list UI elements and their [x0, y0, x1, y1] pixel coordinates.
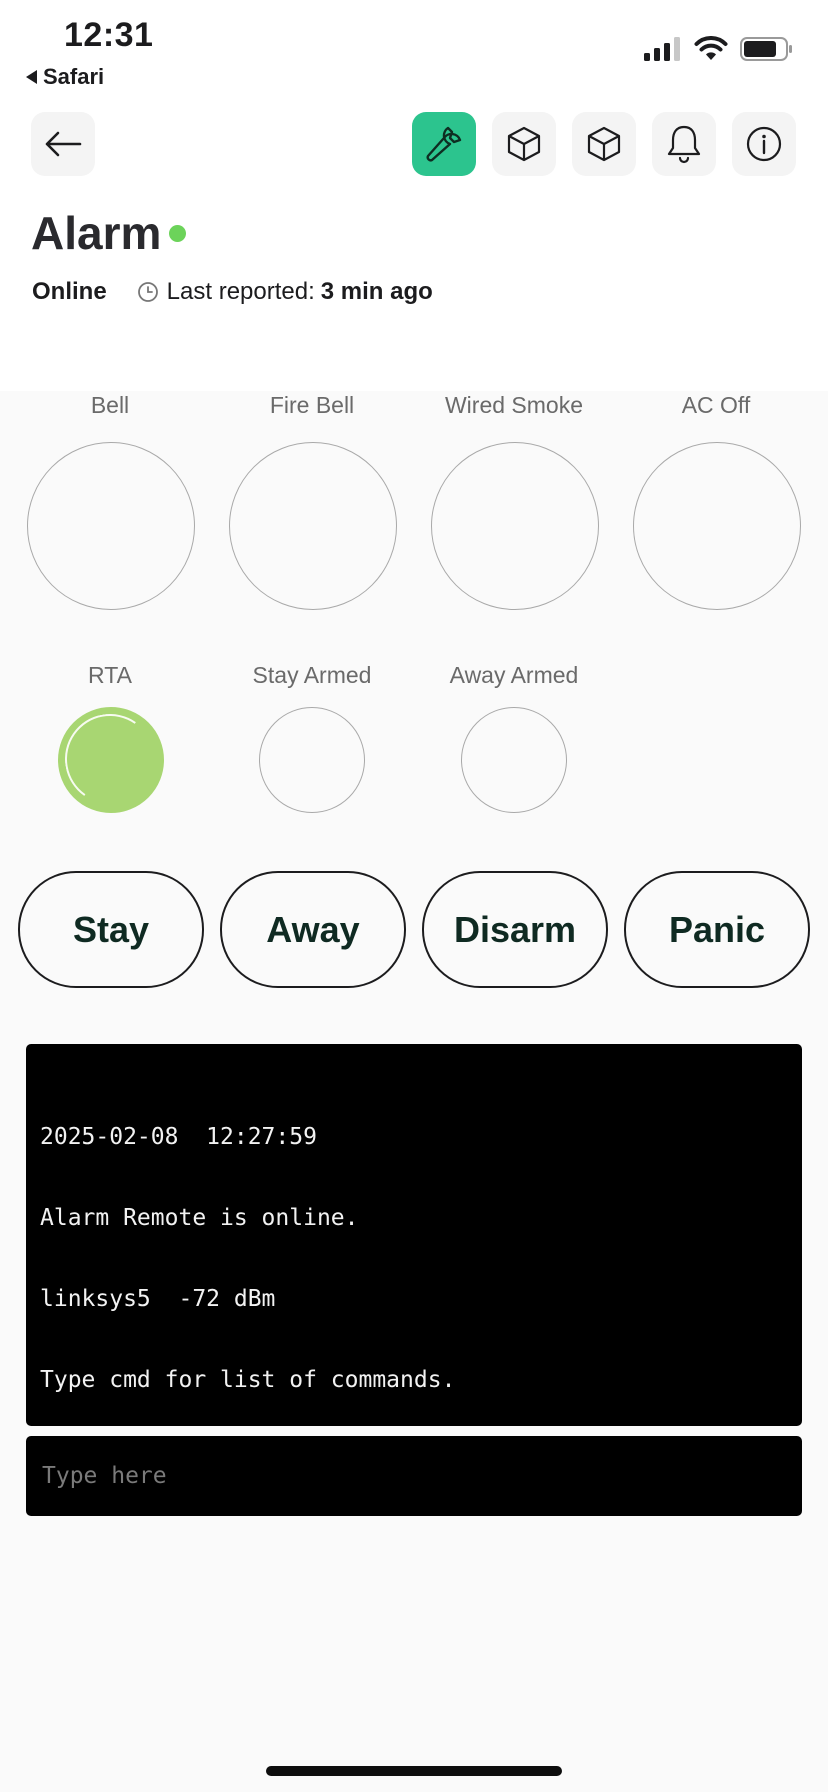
wrench-icon	[426, 126, 462, 162]
cube-icon	[507, 126, 541, 162]
arrow-left-icon	[45, 131, 82, 157]
status-icons	[644, 36, 794, 62]
info-icon	[746, 126, 782, 162]
info-button[interactable]	[732, 112, 796, 176]
indicator-stay-armed	[259, 707, 365, 813]
status-time: 12:31	[64, 16, 154, 54]
last-reported-value: 3 min ago	[320, 278, 433, 305]
indicator-label-fire-bell: Fire Bell	[269, 392, 355, 418]
terminal-command-input[interactable]	[26, 1436, 802, 1516]
device-cube-button-1[interactable]	[492, 112, 556, 176]
terminal-line: Alarm Remote is online.	[40, 1205, 359, 1231]
home-indicator[interactable]	[266, 1766, 562, 1776]
indicator-label-wired-smoke: Wired Smoke	[444, 392, 584, 418]
online-status-dot	[169, 225, 186, 242]
indicator-label-bell: Bell	[90, 392, 130, 418]
panic-button[interactable]: Panic	[624, 871, 810, 988]
device-status-line: Online Last reported: 3 min ago	[32, 278, 433, 306]
device-title: Alarm	[31, 207, 162, 259]
indicator-label-stay-armed: Stay Armed	[252, 662, 372, 688]
indicator-fire-bell	[229, 442, 397, 610]
terminal-output: 2025-02-08 12:27:59 Alarm Remote is onli…	[26, 1044, 802, 1426]
back-button[interactable]	[31, 112, 95, 176]
back-to-safari[interactable]: Safari	[26, 64, 104, 90]
back-triangle-icon	[26, 70, 37, 84]
terminal-line: linksys5 -72 dBm	[40, 1286, 276, 1312]
terminal-line: Type cmd for list of commands.	[40, 1367, 456, 1393]
notifications-button[interactable]	[652, 112, 716, 176]
away-button[interactable]: Away	[220, 871, 406, 988]
terminal-line: 2025-02-08 12:27:59	[40, 1124, 317, 1150]
clock-icon	[137, 281, 159, 303]
indicator-ac-off	[633, 442, 801, 610]
back-app-label: Safari	[43, 64, 105, 89]
indicator-wired-smoke	[431, 442, 599, 610]
indicator-label-ac-off: AC Off	[681, 392, 751, 418]
last-reported-label: Last reported:	[166, 278, 315, 305]
indicator-rta	[58, 707, 164, 813]
cellular-signal-icon	[644, 37, 680, 61]
bell-icon	[667, 125, 701, 164]
disarm-button[interactable]: Disarm	[422, 871, 608, 988]
cube-icon	[587, 126, 621, 162]
battery-icon	[740, 37, 792, 61]
indicator-bell	[27, 442, 195, 610]
tools-tab-button[interactable]	[412, 112, 476, 176]
device-cube-button-2[interactable]	[572, 112, 636, 176]
stay-button[interactable]: Stay	[18, 871, 204, 988]
indicator-away-armed	[461, 707, 567, 813]
wifi-icon	[694, 36, 728, 60]
indicator-label-rta: RTA	[88, 662, 132, 688]
online-status-label: Online	[32, 278, 107, 305]
indicator-label-away-armed: Away Armed	[449, 662, 579, 688]
